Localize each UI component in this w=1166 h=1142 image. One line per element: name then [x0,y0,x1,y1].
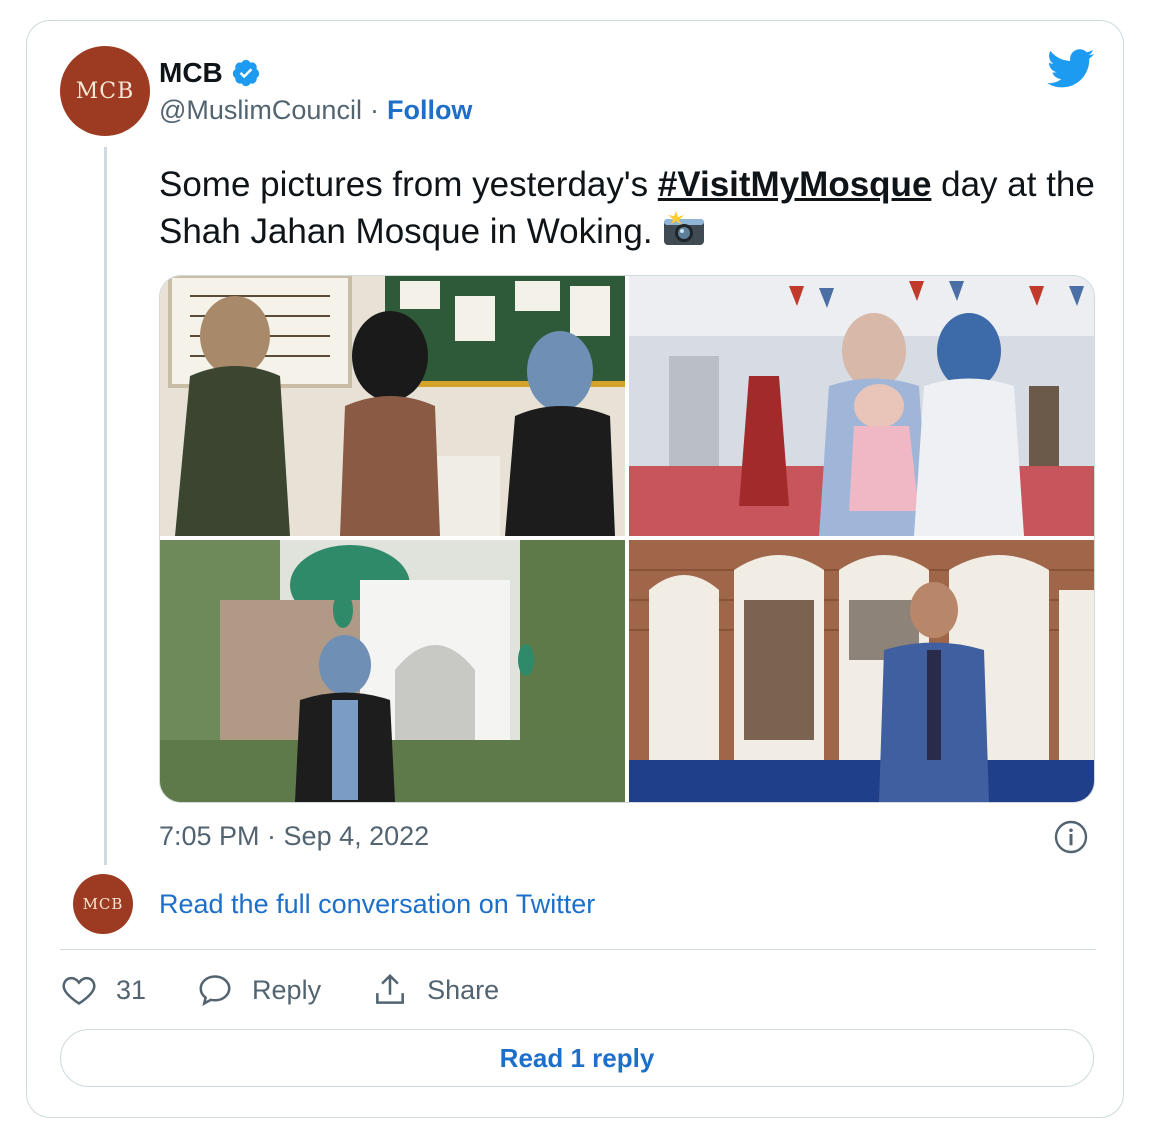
like-button[interactable]: 31 [60,971,146,1009]
verified-badge-icon [232,59,259,87]
hashtag-link[interactable]: #VisitMyMosque [658,165,932,204]
tweet-card: MCB MCB @MuslimCouncil · Follow Some pic… [26,20,1124,1118]
reply-bubble-icon [199,975,231,1006]
separator-dot: · [369,95,379,125]
avatar-small-text: MCB [82,895,124,913]
twitter-bird-icon[interactable] [1047,49,1095,89]
photo-mosque-exterior[interactable] [160,540,625,802]
avatar-text: MCB [75,78,135,104]
tweet-text-start: Some pictures from yesterday's [159,165,658,204]
share-button[interactable]: Share [371,971,499,1009]
share-label: Share [427,974,500,1005]
thread-line [104,147,107,865]
info-icon[interactable] [1053,819,1089,855]
read-replies-label: Read 1 reply [499,1042,655,1073]
like-count: 31 [116,974,147,1005]
author-name-row: MCB [159,57,261,89]
share-icon [376,973,405,1004]
avatar[interactable]: MCB [60,46,150,136]
divider [60,949,1096,950]
camera-flash-icon [664,211,705,245]
reply-label: Reply [252,974,322,1005]
reply-button[interactable]: Reply [196,971,321,1009]
display-name[interactable]: MCB [159,57,223,89]
action-bar: 31 Reply Share [60,971,549,1009]
follow-button[interactable]: Follow [387,95,472,126]
photo-women-with-baby[interactable] [629,276,1094,536]
read-replies-button[interactable]: Read 1 reply [60,1029,1094,1087]
heart-icon [62,976,96,1005]
avatar-small[interactable]: MCB [73,874,133,934]
tweet-timestamp[interactable]: 7:05 PM · Sep 4, 2022 [159,821,429,852]
handle[interactable]: @MuslimCouncil [159,95,362,126]
read-conversation-link[interactable]: Read the full conversation on Twitter [159,889,595,920]
photo-exhibition-man[interactable] [629,540,1094,802]
tweet-text: Some pictures from yesterday's #VisitMyM… [159,161,1099,255]
handle-row: @MuslimCouncil · Follow [159,95,472,126]
media-grid [159,275,1095,803]
photo-women-talking[interactable] [160,276,625,536]
